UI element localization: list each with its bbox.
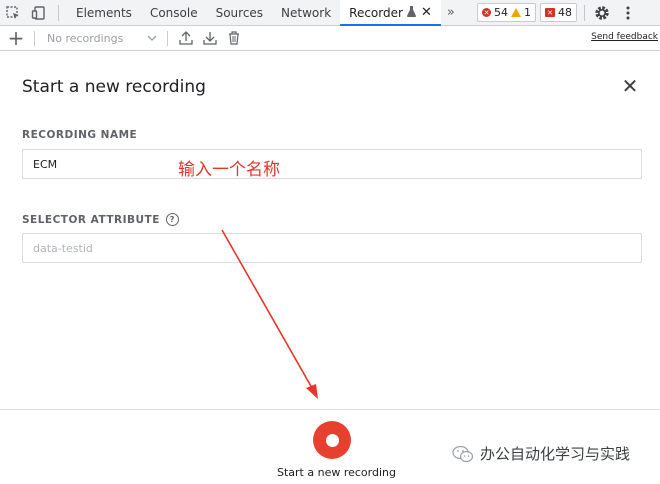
tab-label: Elements [76, 5, 132, 20]
help-icon[interactable]: ? [165, 213, 179, 226]
upload-icon [179, 31, 193, 45]
device-toolbar-icon[interactable] [26, 0, 52, 26]
tab-recorder[interactable]: Recorder ✕ [340, 0, 441, 26]
import-recording-button[interactable] [174, 26, 198, 50]
tab-label: Recorder [349, 5, 403, 20]
wechat-logo-icon [452, 445, 474, 462]
issues-icon: ✕ [545, 8, 555, 17]
panel-title: Start a new recording [22, 77, 206, 97]
tab-console[interactable]: Console [141, 0, 207, 26]
issues-badge[interactable]: ✕ 48 [540, 3, 577, 22]
download-icon [203, 32, 217, 45]
warning-icon [511, 8, 521, 17]
toolbar-divider [584, 5, 585, 21]
toolbar-divider [167, 30, 168, 46]
close-panel-icon[interactable]: ✕ [620, 76, 640, 96]
more-options-icon[interactable] [615, 0, 641, 26]
warning-count: 1 [524, 6, 531, 19]
more-tabs-icon[interactable]: » [447, 5, 455, 20]
recording-select[interactable]: No recordings [41, 27, 161, 49]
export-recording-button[interactable] [198, 26, 222, 50]
watermark: 办公自动化学习与实践 [452, 443, 630, 464]
error-warning-badge[interactable]: ✕ 54 1 [477, 3, 536, 22]
chevron-down-icon [147, 32, 157, 45]
send-feedback-link[interactable]: Send feedback [591, 32, 658, 42]
trash-icon [229, 31, 239, 45]
settings-gear-icon[interactable] [589, 0, 615, 26]
toolbar-divider [34, 30, 35, 46]
record-icon [325, 433, 339, 447]
recording-name-label: RECORDING NAME [22, 129, 138, 141]
error-icon: ✕ [482, 8, 491, 17]
recording-select-value: No recordings [47, 31, 124, 45]
annotation-text: 输入一个名称 [178, 160, 280, 180]
create-recording-button[interactable]: + [4, 26, 28, 50]
toolbar-divider [58, 4, 59, 21]
start-recording-button[interactable] [313, 421, 351, 459]
tab-label: Sources [215, 5, 264, 20]
recording-name-input[interactable] [22, 149, 642, 179]
start-recording-label: Start a new recording [277, 466, 396, 479]
tab-sources[interactable]: Sources [207, 0, 272, 26]
tab-elements[interactable]: Elements [67, 0, 141, 26]
selector-attribute-label-row: SELECTOR ATTRIBUTE ? [22, 213, 179, 226]
selector-attribute-label: SELECTOR ATTRIBUTE [22, 213, 160, 226]
error-count: 54 [494, 6, 508, 19]
tab-network[interactable]: Network [272, 0, 340, 26]
close-tab-icon[interactable]: ✕ [421, 5, 432, 20]
recorder-toolbar: + No recordings Send feedback [0, 26, 660, 51]
devtools-right-tools [584, 0, 641, 26]
tab-label: Console [149, 5, 198, 20]
inspect-element-icon[interactable] [0, 0, 26, 26]
issues-count: 48 [558, 6, 572, 19]
tab-label: Network [281, 5, 332, 20]
delete-recording-button[interactable] [222, 26, 246, 50]
status-badges: ✕ 54 1 ✕ 48 [477, 3, 577, 23]
selector-attribute-input[interactable] [22, 233, 642, 263]
watermark-text: 办公自动化学习与实践 [480, 445, 631, 463]
experiment-flask-icon [406, 5, 416, 20]
